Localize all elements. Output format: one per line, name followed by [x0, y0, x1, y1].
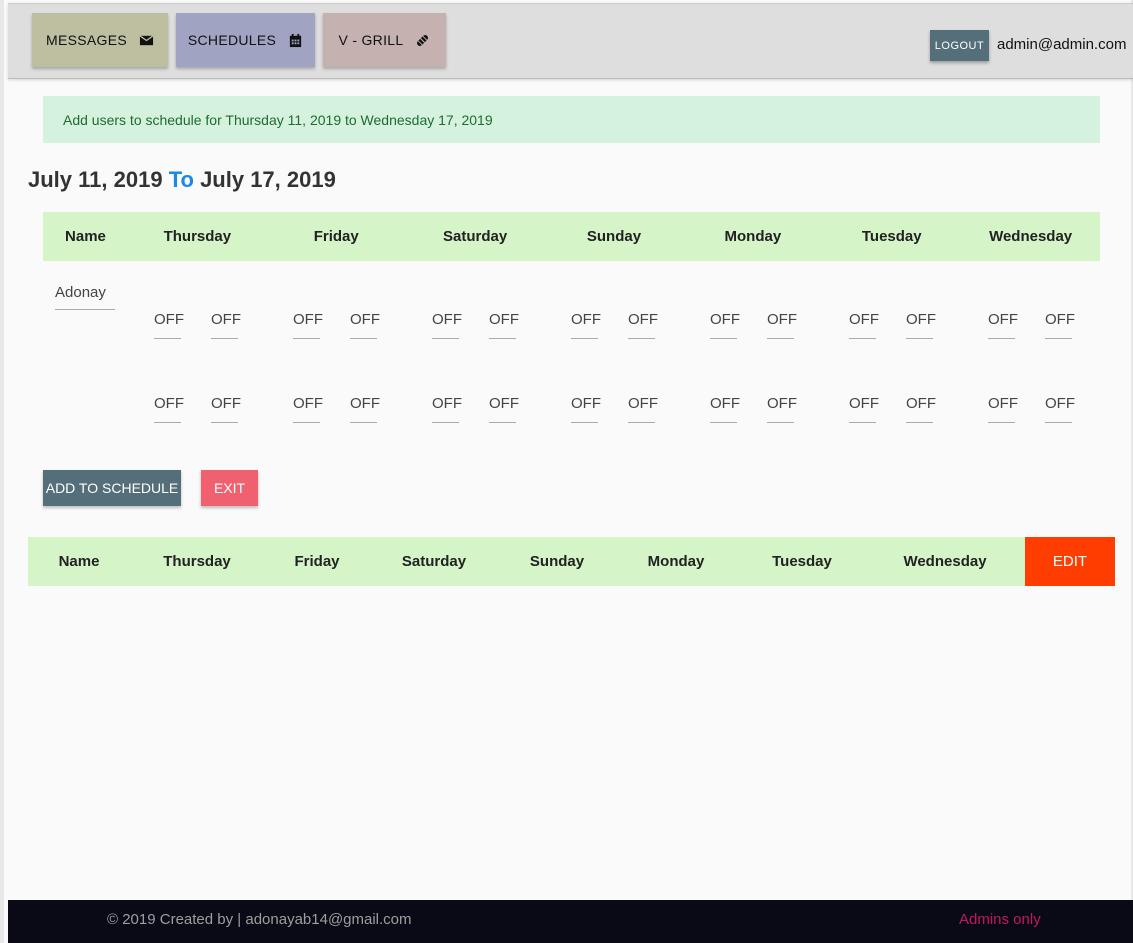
shift-select[interactable]: OFF: [350, 395, 380, 423]
list-header-saturday: Saturday: [401, 553, 467, 570]
shift-select[interactable]: OFF: [293, 311, 323, 339]
form-header-tuesday: Tuesday: [861, 228, 922, 245]
vgrill-label: V - GRILL: [338, 32, 404, 48]
shift-select[interactable]: OFF: [849, 395, 879, 423]
shift-select[interactable]: OFF: [710, 311, 740, 339]
name-select[interactable]: Adonay: [55, 284, 115, 310]
schedule-list-header: Name Thursday Friday Saturday Sunday Mon…: [28, 537, 1115, 586]
shift-select[interactable]: OFF: [988, 395, 1018, 423]
calendar-icon: [290, 33, 302, 47]
list-header-monday: Monday: [647, 553, 705, 570]
shift-select[interactable]: OFF: [154, 311, 184, 339]
logout-button[interactable]: LOGOUT: [930, 30, 989, 61]
shift-select[interactable]: OFF: [628, 395, 658, 423]
range-start: July 11, 2019: [28, 167, 163, 192]
shift-select[interactable]: OFF: [154, 395, 184, 423]
list-header-friday: Friday: [294, 553, 340, 570]
shift-select[interactable]: OFF: [571, 395, 601, 423]
list-header-name: Name: [58, 553, 100, 570]
schedule-form-table: Name Thursday Friday Saturday Sunday Mon…: [43, 212, 1100, 423]
schedule-alert: Add users to schedule for Thursday 11, 2…: [43, 96, 1100, 143]
footer-copyright: © 2019 Created by | adonayab14@gmail.com: [107, 911, 412, 928]
shift-select[interactable]: OFF: [293, 395, 323, 423]
schedules-label: SCHEDULES: [187, 32, 277, 48]
list-header-thursday: Thursday: [163, 553, 231, 570]
shift-select[interactable]: OFF: [211, 311, 241, 339]
range-end: July 17, 2019: [200, 167, 336, 192]
range-to: To: [168, 167, 194, 192]
exit-button[interactable]: EXIT: [201, 470, 258, 506]
add-to-schedule-button[interactable]: ADD TO SCHEDULE: [43, 470, 181, 506]
form-header-name: Name: [65, 228, 106, 245]
shift-select[interactable]: OFF: [432, 311, 462, 339]
shift-select[interactable]: OFF: [432, 395, 462, 423]
shift-row-start: OFF OFF OFF OFF OFF OFF OFF OFF OFF OFF OFF OF…: [128, 311, 1101, 339]
admins-only-link[interactable]: Admins only: [959, 911, 1041, 928]
user-email: admin@admin.com: [997, 36, 1127, 53]
messages-button[interactable]: MESSAGES: [32, 13, 168, 67]
list-header-wednesday: Wednesday: [903, 553, 987, 570]
footer: © 2019 Created by | adonayab14@gmail.com…: [8, 900, 1133, 943]
shift-select[interactable]: OFF: [906, 395, 936, 423]
shift-select[interactable]: OFF: [710, 395, 740, 423]
pills-icon: [417, 34, 429, 46]
shift-select[interactable]: OFF: [489, 311, 519, 339]
alert-text: Add users to schedule for Thursday 11, 2…: [63, 111, 493, 128]
form-header-wednesday: Wednesday: [989, 228, 1073, 245]
envelope-icon: [139, 34, 154, 45]
shift-select[interactable]: OFF: [849, 311, 879, 339]
form-table-header: Name Thursday Friday Saturday Sunday Mon…: [43, 212, 1100, 261]
vgrill-button[interactable]: V - GRILL: [323, 13, 446, 67]
shift-select[interactable]: OFF: [988, 311, 1018, 339]
form-header-thursday: Thursday: [163, 228, 232, 245]
schedules-button[interactable]: SCHEDULES: [176, 13, 315, 67]
shift-select[interactable]: OFF: [350, 311, 380, 339]
shift-select[interactable]: OFF: [1045, 395, 1075, 423]
shift-select[interactable]: OFF: [906, 311, 936, 339]
list-header-sunday: Sunday: [529, 553, 585, 570]
form-header-saturday: Saturday: [443, 228, 508, 245]
form-header-sunday: Sunday: [586, 228, 642, 245]
shift-select[interactable]: OFF: [628, 311, 658, 339]
list-header-tuesday: Tuesday: [772, 553, 832, 570]
shift-select[interactable]: OFF: [489, 395, 519, 423]
messages-label: MESSAGES: [46, 32, 127, 48]
date-range-title: July 11, 2019 To July 17, 2019: [28, 167, 336, 193]
shift-select[interactable]: OFF: [1045, 311, 1075, 339]
top-navbar: MESSAGES SCHEDULES V - GRILL LOGOUT admi…: [8, 3, 1133, 79]
shift-select[interactable]: OFF: [767, 311, 797, 339]
shift-select[interactable]: OFF: [571, 311, 601, 339]
edit-button[interactable]: EDIT: [1025, 537, 1115, 586]
shift-row-end: OFF OFF OFF OFF OFF OFF OFF OFF OFF OFF OFF OF…: [128, 395, 1101, 423]
form-header-friday: Friday: [313, 228, 359, 245]
form-header-monday: Monday: [724, 228, 782, 245]
shift-select[interactable]: OFF: [767, 395, 797, 423]
shift-select[interactable]: OFF: [211, 395, 241, 423]
